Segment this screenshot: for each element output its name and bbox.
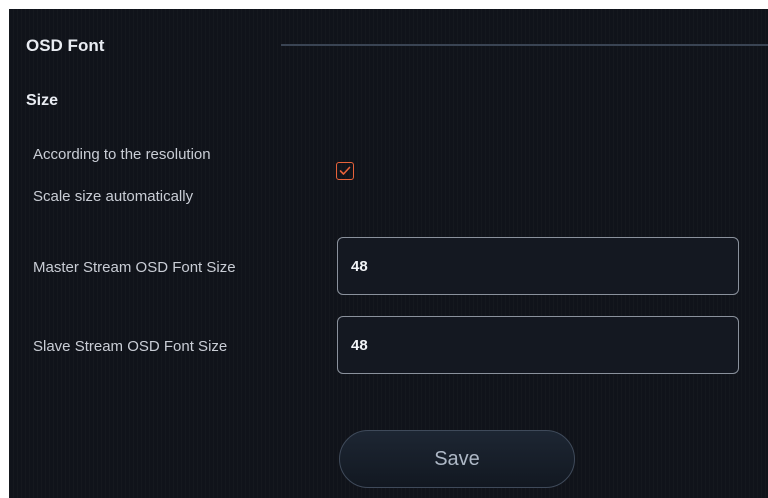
save-button[interactable]: Save [339,430,575,488]
auto-scale-checkbox[interactable] [336,162,354,180]
master-stream-font-size-value: 48 [351,257,368,275]
section-divider [281,44,768,46]
master-stream-font-size-label: Master Stream OSD Font Size [33,259,236,276]
master-stream-font-size-input[interactable]: 48 [337,237,739,295]
auto-scale-label-line2: Scale size automatically [33,188,194,205]
slave-stream-font-size-label: Slave Stream OSD Font Size [33,338,228,355]
size-subtitle: Size [26,92,59,109]
osd-font-panel: OSD Font Size According to the resolutio… [9,9,768,498]
section-title: OSD Font [26,36,105,55]
slave-stream-font-size-input[interactable]: 48 [337,316,739,374]
auto-scale-label-line1: According to the resolution [33,146,211,163]
slave-stream-font-size-value: 48 [351,336,368,354]
check-icon [339,166,351,175]
